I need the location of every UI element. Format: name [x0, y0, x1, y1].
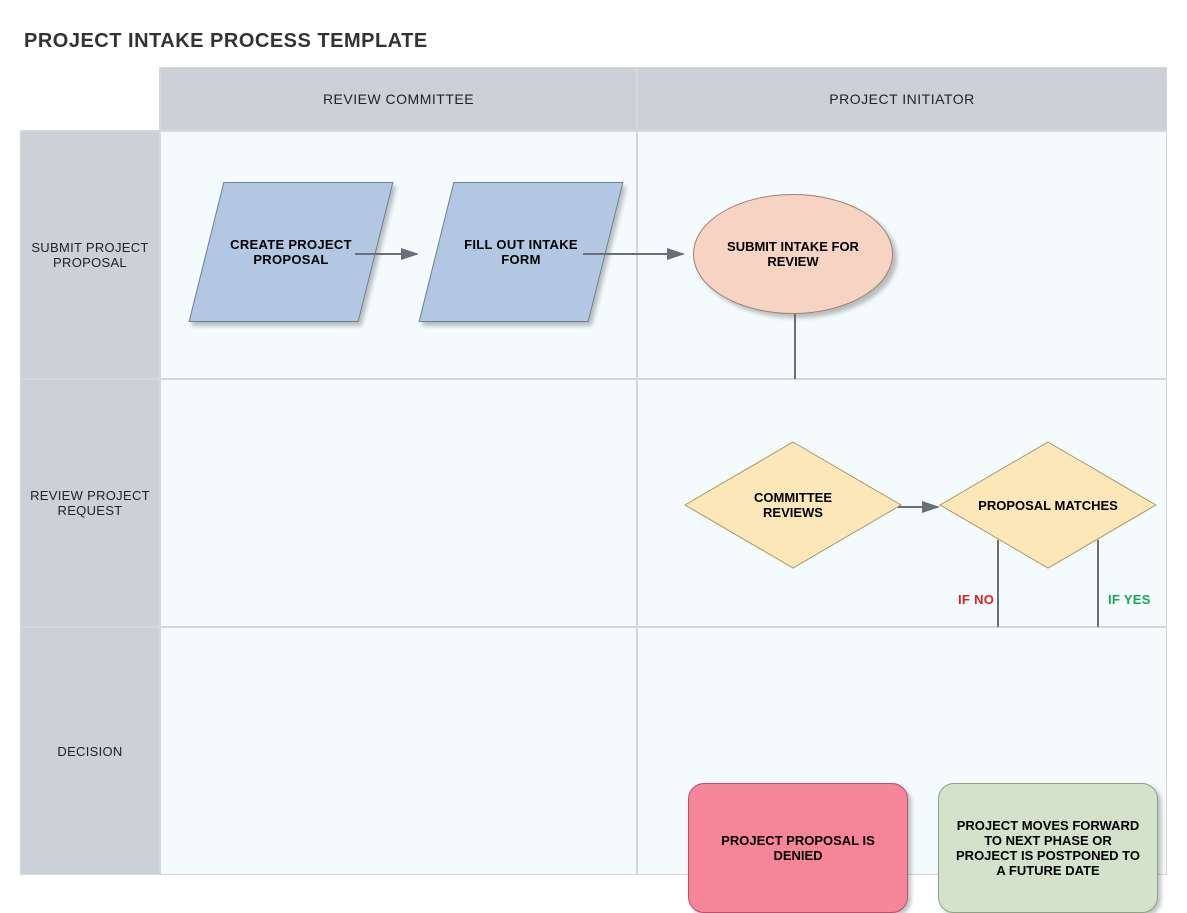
label-if-yes: IF YES: [1108, 592, 1151, 607]
node-approved-label: PROJECT MOVES FORWARD TO NEXT PHASE OR P…: [953, 818, 1143, 878]
node-submit-review-label: SUBMIT INTAKE FOR REVIEW: [720, 239, 866, 269]
row-label-review-request: REVIEW PROJECT REQUEST: [20, 379, 160, 627]
lane-r1-c2: SUBMIT INTAKE FOR REVIEW: [637, 131, 1167, 379]
corner-cell: [20, 67, 160, 131]
lane-r3-c2: PROJECT PROPOSAL IS DENIED PROJECT MOVES…: [637, 627, 1167, 875]
node-create-proposal-label: CREATE PROJECT PROPOSAL: [207, 237, 375, 267]
node-denied: PROJECT PROPOSAL IS DENIED: [688, 783, 908, 913]
lane-r2-c2: COMMITTEE REVIEWS PROPOSAL MATCHES IF NO…: [637, 379, 1167, 627]
node-approved: PROJECT MOVES FORWARD TO NEXT PHASE OR P…: [938, 783, 1158, 913]
lane-r2-c1: [160, 379, 637, 627]
arrow-icon: [355, 244, 435, 264]
col-header-review-committee: REVIEW COMMITTEE: [160, 67, 637, 131]
swimlane-grid: REVIEW COMMITTEE PROJECT INITIATOR SUBMI…: [20, 67, 1167, 875]
node-fill-form-label: FILL OUT INTAKE FORM: [437, 237, 605, 267]
lane-r3-c1: [160, 627, 637, 875]
row-label-decision: DECISION: [20, 627, 160, 875]
page-title: PROJECT INTAKE PROCESS TEMPLATE: [24, 30, 1167, 53]
node-submit-review: SUBMIT INTAKE FOR REVIEW: [693, 194, 893, 314]
arrow-icon: [583, 244, 693, 264]
row-label-submit-proposal: SUBMIT PROJECT PROPOSAL: [20, 131, 160, 379]
node-denied-label: PROJECT PROPOSAL IS DENIED: [703, 833, 893, 863]
col-header-project-initiator: PROJECT INITIATOR: [637, 67, 1167, 131]
lane-r1-c1: CREATE PROJECT PROPOSAL FILL OUT INTAKE …: [160, 131, 637, 379]
label-if-no: IF NO: [958, 592, 994, 607]
